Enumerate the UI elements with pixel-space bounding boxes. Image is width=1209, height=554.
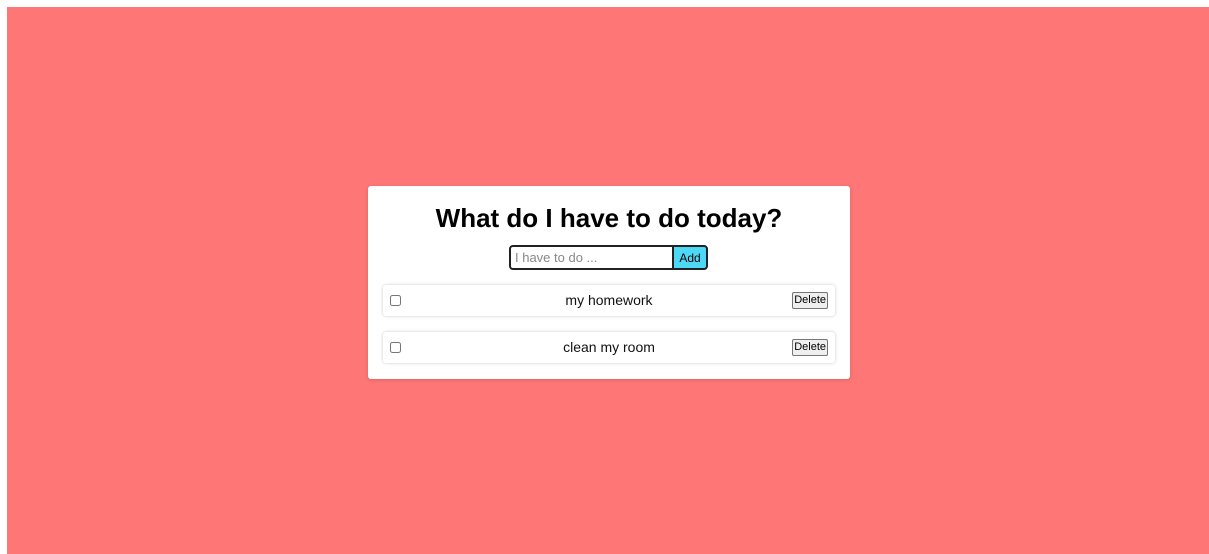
- app-background: What do I have to do today? Add my homew…: [7, 7, 1209, 554]
- todo-card: What do I have to do today? Add my homew…: [368, 186, 850, 379]
- todo-checkbox[interactable]: [390, 342, 401, 353]
- todo-text: clean my room: [563, 339, 655, 355]
- delete-button[interactable]: Delete: [792, 292, 828, 309]
- todo-checkbox[interactable]: [390, 295, 401, 306]
- add-button[interactable]: Add: [672, 245, 708, 270]
- todo-item: my homework Delete: [383, 285, 835, 316]
- add-todo-form: Add: [509, 245, 708, 270]
- delete-button[interactable]: Delete: [792, 339, 828, 356]
- page-title: What do I have to do today?: [435, 203, 783, 233]
- todo-text: my homework: [565, 292, 653, 308]
- todo-input[interactable]: [509, 245, 672, 270]
- todo-item: clean my room Delete: [383, 332, 835, 363]
